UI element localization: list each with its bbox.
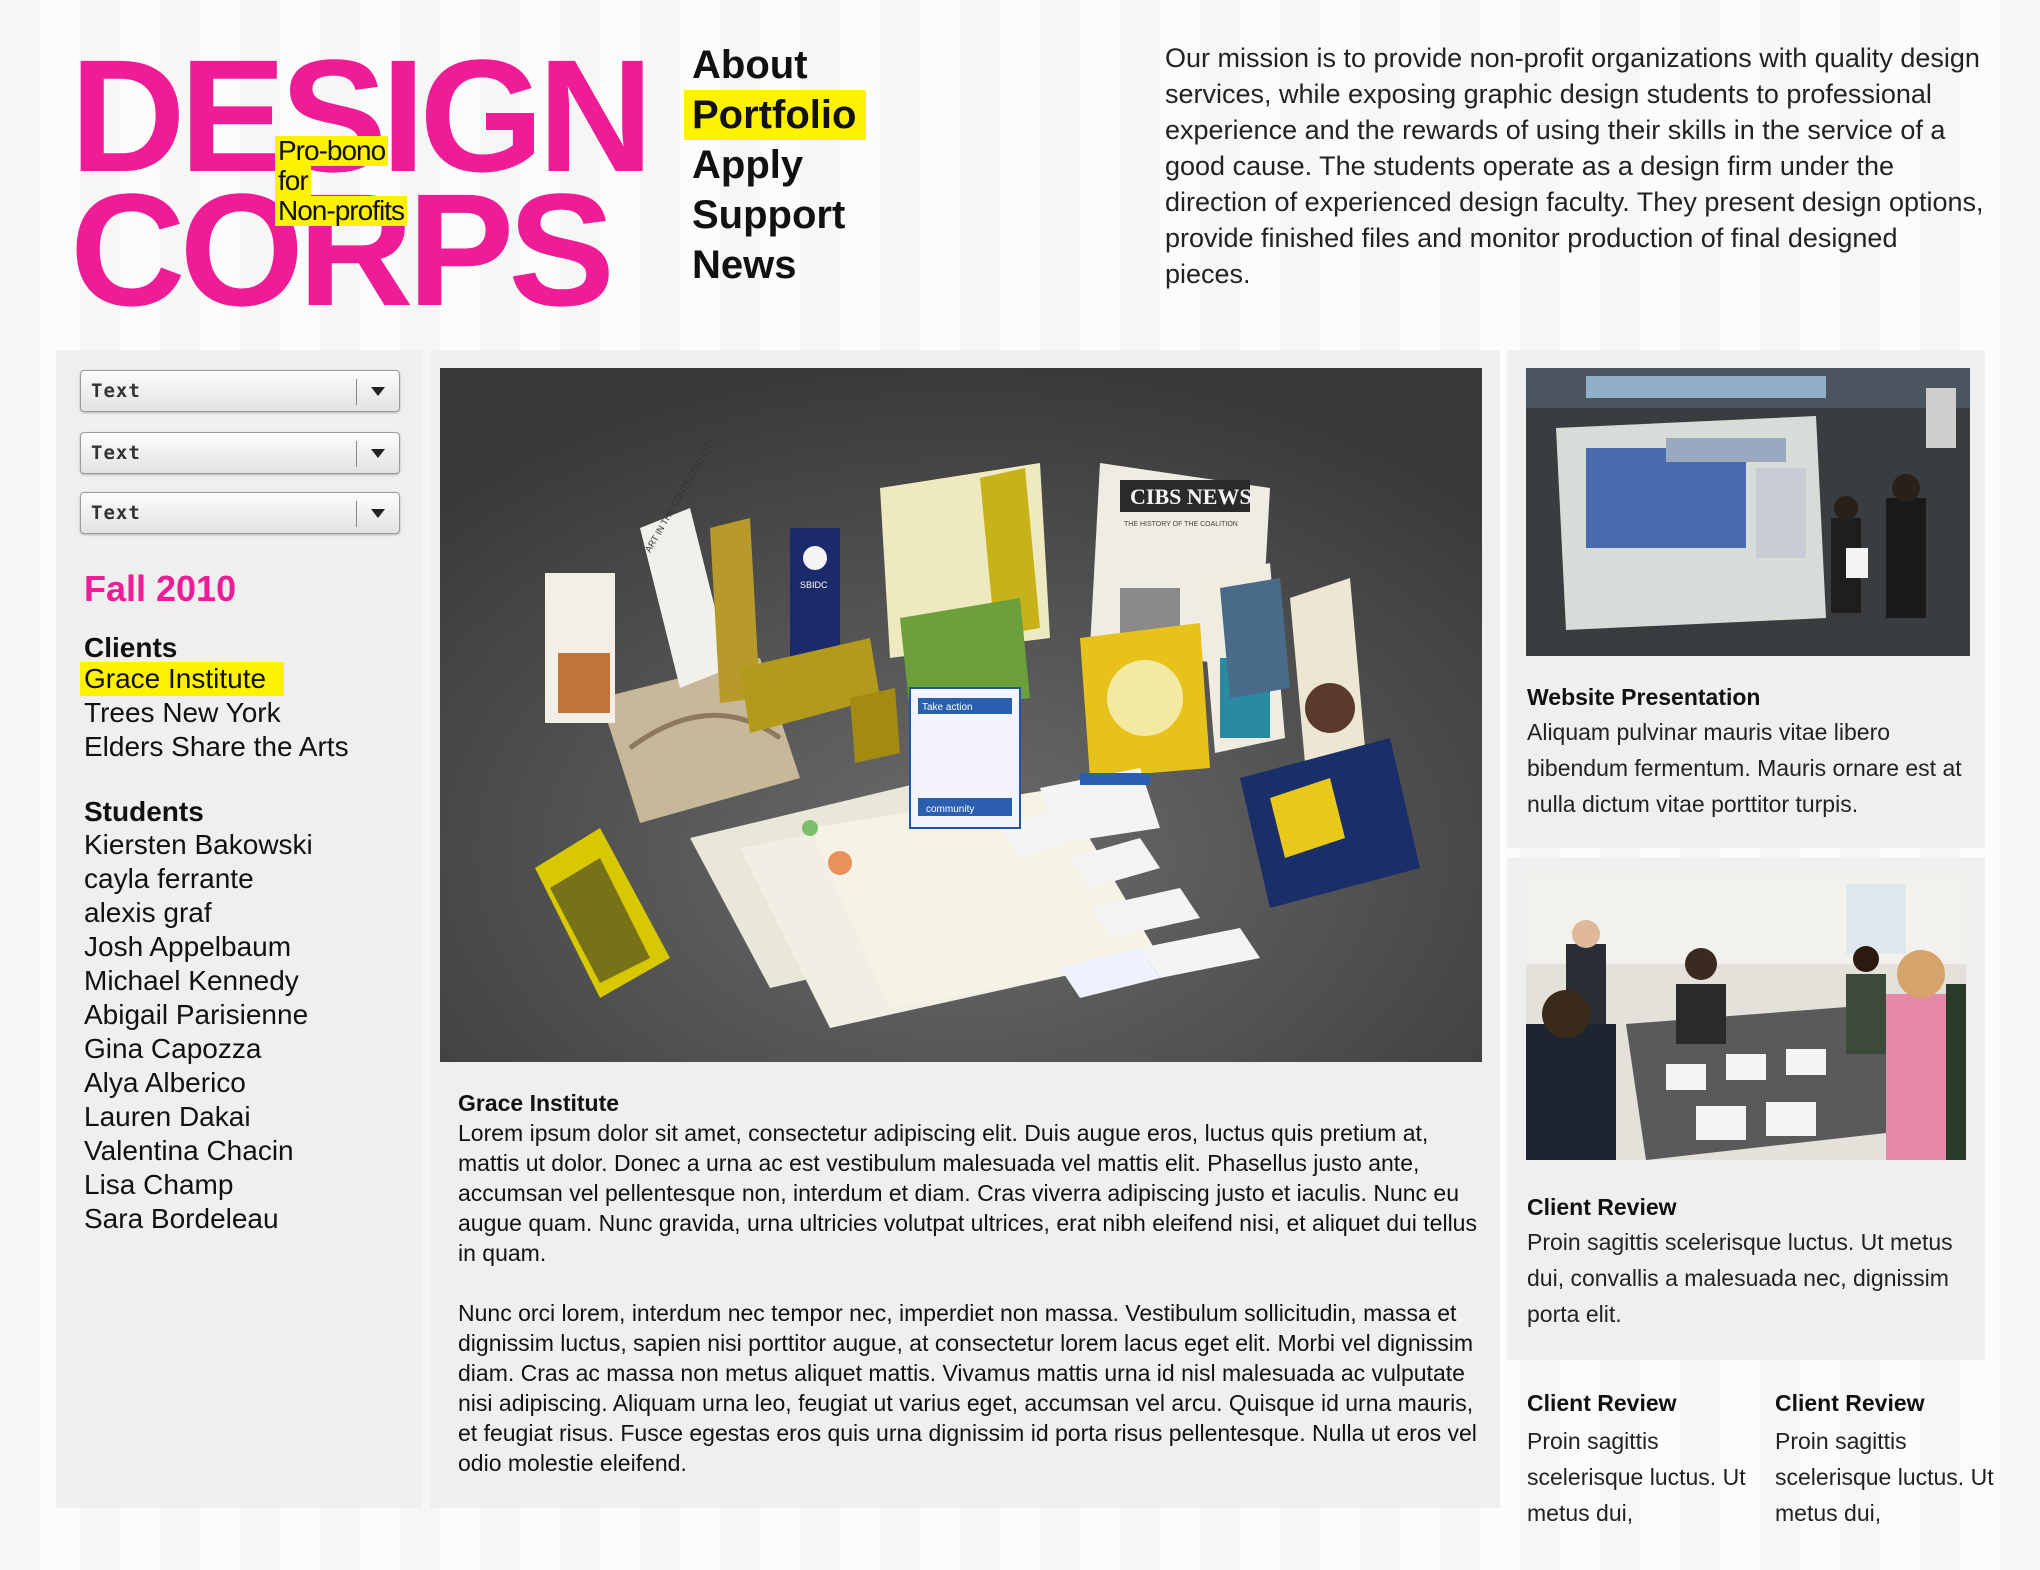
student-name: Valentina Chacin (84, 1135, 294, 1166)
logo-tagline: Pro-bono for Non-profits (275, 136, 407, 226)
nav-news[interactable]: News (684, 240, 807, 290)
photo-text-newspaper-sub: THE HISTORY OF THE COALITION (1124, 521, 1238, 528)
nav-about[interactable]: About (684, 40, 818, 90)
dropdown-value: Text (91, 502, 141, 524)
presentation-illustration (1526, 368, 1970, 656)
filter-dropdown-3[interactable]: Text (80, 492, 400, 534)
photo-text-community: community (926, 804, 974, 815)
student-name: Kiersten Bakowski (84, 829, 313, 860)
card-title: Website Presentation (1527, 684, 1761, 710)
sidebar: Text Text Text Fall 2010 Clients Grace I… (56, 350, 422, 1508)
card-text: Proin sagittis scelerisque luctus. Ut me… (1775, 1428, 1994, 1526)
clients-list: Grace Institute Trees New York Elders Sh… (80, 662, 353, 764)
card-title: Client Review (1527, 1194, 1677, 1220)
card-text: Proin sagittis scelerisque luctus. Ut me… (1527, 1428, 1746, 1526)
card-text: Aliquam pulvinar mauris vitae libero bib… (1527, 719, 1962, 817)
mini-card-client-review: Client Review Proin sagittis scelerisque… (1775, 1390, 2005, 1531)
dropdown-value: Text (91, 442, 141, 464)
logo-tagline-line: Non-profits (275, 195, 407, 226)
feature-title: Grace Institute (458, 1090, 620, 1116)
students-heading: Students (84, 796, 204, 827)
filter-dropdown-2[interactable]: Text (80, 432, 400, 474)
students-list: Kiersten Bakowski cayla ferrante alexis … (80, 828, 317, 1236)
student-name: alexis graf (84, 897, 212, 928)
student-name: Lisa Champ (84, 1169, 234, 1200)
main-nav: About Portfolio Apply Support News (684, 40, 867, 290)
photo-text-card: Take action (922, 702, 973, 713)
student-name: Gina Capozza (84, 1033, 262, 1064)
client-review-photo[interactable] (1526, 874, 1966, 1160)
feature-paragraph: Nunc orci lorem, interdum nec tempor nec… (458, 1300, 1477, 1476)
clients-heading: Clients (84, 632, 178, 663)
client-link-grace-institute[interactable]: Grace Institute (80, 662, 285, 696)
photo-text-sbidc: SBIDC (800, 580, 828, 590)
student-name: Michael Kennedy (84, 965, 299, 996)
site-logo[interactable]: DESIGN CORPS Pro-bono for Non-profits (70, 30, 660, 330)
mini-card-client-review: Client Review Proin sagittis scelerisque… (1527, 1390, 1757, 1531)
student-name: Josh Appelbaum (84, 931, 292, 962)
chevron-down-icon[interactable] (371, 387, 385, 396)
nav-apply[interactable]: Apply (684, 140, 813, 190)
portfolio-hero-photo[interactable]: CIBS NEWS THE HISTORY OF THE COALITION A… (440, 368, 1482, 1062)
client-review-illustration (1526, 874, 1966, 1160)
student-name: cayla ferrante (84, 863, 254, 894)
chevron-down-icon[interactable] (371, 509, 385, 518)
feature-panel: CIBS NEWS THE HISTORY OF THE COALITION A… (430, 350, 1500, 1508)
dropdown-divider (356, 501, 357, 527)
portfolio-pieces-illustration: CIBS NEWS THE HISTORY OF THE COALITION A… (440, 368, 1482, 1062)
client-link-trees-new-york[interactable]: Trees New York (80, 696, 285, 730)
student-name: Sara Bordeleau (84, 1203, 279, 1234)
student-name: Alya Alberico (84, 1067, 246, 1098)
card-title: Client Review (1527, 1390, 1677, 1416)
card-client-review: Client Review Proin sagittis scelerisque… (1507, 858, 1985, 1360)
logo-tagline-line: for (275, 165, 311, 196)
dropdown-divider (356, 441, 357, 467)
feature-paragraph: Lorem ipsum dolor sit amet, consectetur … (458, 1120, 1477, 1266)
card-website-presentation: Website Presentation Aliquam pulvinar ma… (1507, 350, 1985, 848)
card-title: Client Review (1775, 1390, 1925, 1416)
filter-dropdown-1[interactable]: Text (80, 370, 400, 412)
card-text: Proin sagittis scelerisque luctus. Ut me… (1527, 1229, 1953, 1327)
student-name: Lauren Dakai (84, 1101, 251, 1132)
dropdown-divider (356, 379, 357, 405)
student-name: Abigail Parisienne (84, 999, 309, 1030)
dropdown-value: Text (91, 380, 141, 402)
photo-text-newspaper: CIBS NEWS (1130, 484, 1252, 509)
mission-statement: Our mission is to provide non-profit org… (1165, 43, 1984, 289)
client-link-elders-share-the-arts[interactable]: Elders Share the Arts (80, 730, 353, 764)
nav-support[interactable]: Support (684, 190, 855, 240)
term-heading: Fall 2010 (84, 568, 237, 609)
nav-portfolio[interactable]: Portfolio (684, 90, 867, 140)
chevron-down-icon[interactable] (371, 449, 385, 458)
presentation-photo[interactable] (1526, 368, 1970, 656)
logo-tagline-line: Pro-bono (275, 136, 389, 166)
